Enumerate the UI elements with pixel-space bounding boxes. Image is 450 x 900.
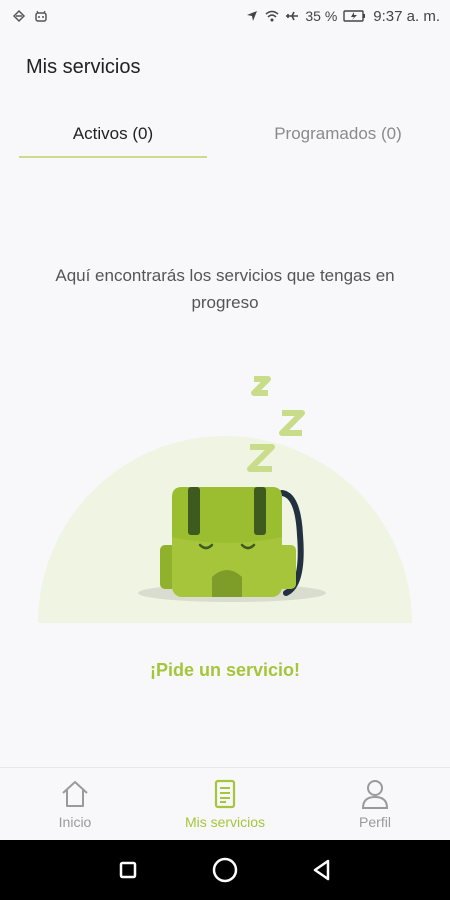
- nav-item-label: Inicio: [58, 814, 92, 830]
- nav-item-inicio[interactable]: Inicio: [0, 768, 150, 840]
- battery-icon: [343, 10, 366, 22]
- active-tab-indicator: [19, 156, 207, 158]
- tab-activos[interactable]: Activos (0): [19, 110, 207, 158]
- data-saver-icon: [12, 9, 26, 23]
- wifi-icon: [265, 10, 279, 22]
- home-button-icon[interactable]: [211, 856, 239, 884]
- android-robot-icon: [35, 10, 47, 22]
- nav-item-perfil[interactable]: Perfil: [300, 768, 450, 840]
- airplane-icon: [286, 11, 299, 21]
- page-title: Mis servicios: [26, 56, 141, 78]
- empty-state-message: Aquí encontrarás los servicios que tenga…: [55, 266, 395, 312]
- status-bar: 35 % 9:37 a. m.: [0, 0, 450, 32]
- clock: 9:37 a. m.: [373, 7, 440, 25]
- nav-item-mis-servicios[interactable]: Mis servicios: [150, 768, 300, 840]
- nav-item-label: Perfil: [359, 814, 391, 830]
- user-icon: [361, 780, 389, 809]
- back-icon[interactable]: [308, 856, 336, 884]
- location-arrow-icon: [247, 11, 258, 21]
- request-service-link[interactable]: ¡Pide un servicio!: [0, 660, 450, 681]
- recent-apps-icon[interactable]: [114, 856, 142, 884]
- tab-programados[interactable]: Programados (0): [226, 110, 450, 158]
- document-list-icon: [214, 779, 236, 809]
- system-navigation-bar: [0, 840, 450, 900]
- service-tabs: Activos (0) Programados (0): [0, 110, 450, 160]
- nav-item-label: Mis servicios: [184, 814, 266, 830]
- battery-percentage: 35 %: [305, 8, 338, 24]
- bottom-nav: Inicio Mis servicios Perfil: [0, 767, 450, 840]
- home-icon: [62, 781, 88, 807]
- sleeping-backpack-illustration: [38, 376, 412, 623]
